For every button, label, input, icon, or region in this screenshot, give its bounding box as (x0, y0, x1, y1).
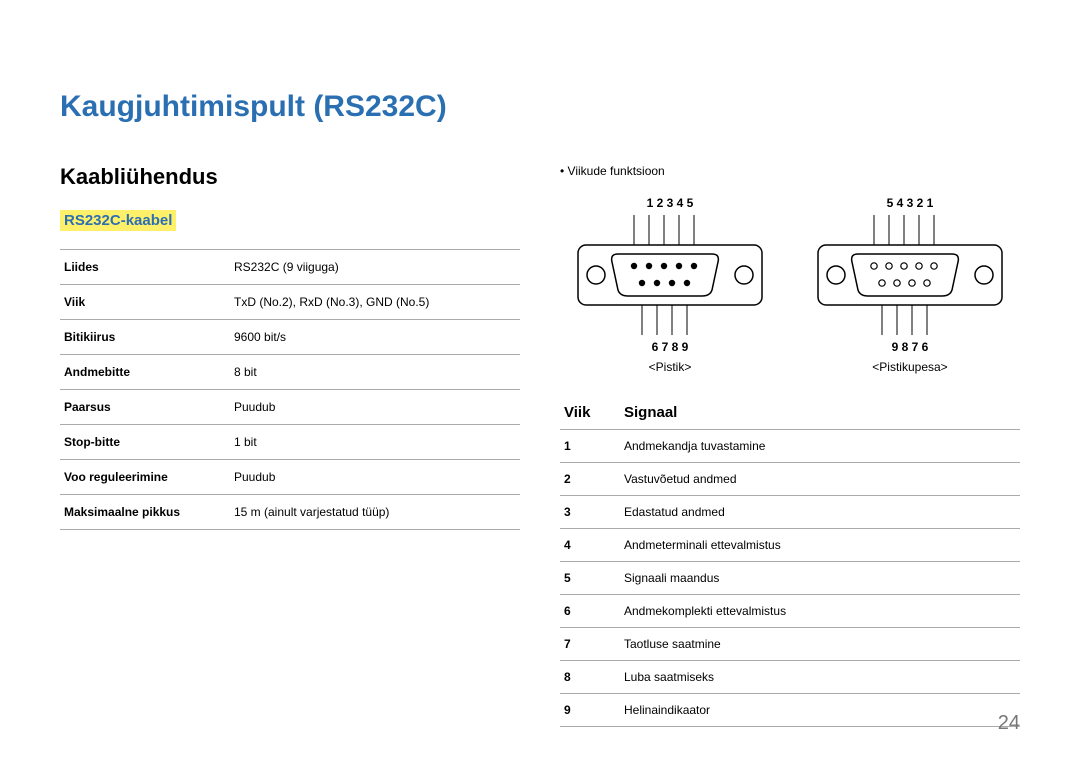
section-heading: Kaabliühendus (60, 164, 520, 190)
spec-value: 15 m (ainult varjestatud tüüp) (230, 495, 520, 530)
pin-numbers-bottom: 6 7 8 9 (570, 340, 770, 354)
table-row: 5Signaali maandus (560, 562, 1020, 595)
spec-label: Maksimaalne pikkus (60, 495, 230, 530)
signal-head-pin: Viik (560, 396, 620, 430)
spec-value: TxD (No.2), RxD (No.3), GND (No.5) (230, 285, 520, 320)
signal-pin: 9 (560, 694, 620, 727)
spec-label: Voo reguleerimine (60, 460, 230, 495)
table-row: 6Andmekomplekti ettevalmistus (560, 595, 1020, 628)
table-row: Andmebitte8 bit (60, 355, 520, 390)
spec-value: 1 bit (230, 425, 520, 460)
page-title: Kaugjuhtimispult (RS232C) (60, 90, 1020, 124)
signal-table: Viik Signaal 1Andmekandja tuvastamine2Va… (560, 396, 1020, 727)
table-row: PaarsusPuudub (60, 390, 520, 425)
signal-name: Andmeterminali ettevalmistus (620, 529, 1020, 562)
table-row: Voo reguleeriminePuudub (60, 460, 520, 495)
spec-value: 8 bit (230, 355, 520, 390)
signal-name: Taotluse saatmine (620, 628, 1020, 661)
spec-label: Bitikiirus (60, 320, 230, 355)
table-row: Bitikiirus9600 bit/s (60, 320, 520, 355)
left-column: Kaabliühendus RS232C-kaabel LiidesRS232C… (60, 164, 520, 727)
plug-label: <Pistik> (570, 360, 770, 374)
spec-label: Viik (60, 285, 230, 320)
pin-numbers-top: 1 2 3 4 5 (570, 196, 770, 210)
table-row: 1Andmekandja tuvastamine (560, 430, 1020, 463)
spec-value: RS232C (9 viiguga) (230, 250, 520, 285)
table-row: LiidesRS232C (9 viiguga) (60, 250, 520, 285)
signal-pin: 2 (560, 463, 620, 496)
content-columns: Kaabliühendus RS232C-kaabel LiidesRS232C… (60, 164, 1020, 727)
table-row: 3Edastatud andmed (560, 496, 1020, 529)
table-row: 9Helinaindikaator (560, 694, 1020, 727)
table-row: 2Vastuvõetud andmed (560, 463, 1020, 496)
signal-name: Andmekandja tuvastamine (620, 430, 1020, 463)
signal-pin: 4 (560, 529, 620, 562)
signal-name: Helinaindikaator (620, 694, 1020, 727)
signal-name: Andmekomplekti ettevalmistus (620, 595, 1020, 628)
signal-name: Signaali maandus (620, 562, 1020, 595)
signal-head-signal: Signaal (620, 396, 1020, 430)
spec-label: Paarsus (60, 390, 230, 425)
pin-numbers-top: 5 4 3 2 1 (810, 196, 1010, 210)
signal-pin: 7 (560, 628, 620, 661)
socket-label: <Pistikupesa> (810, 360, 1010, 374)
signal-pin: 3 (560, 496, 620, 529)
socket-icon (810, 210, 1010, 340)
spec-table: LiidesRS232C (9 viiguga)ViikTxD (No.2), … (60, 249, 520, 530)
signal-pin: 6 (560, 595, 620, 628)
spec-value: Puudub (230, 460, 520, 495)
pin-function-bullet: Viikude funktsioon (560, 164, 1020, 178)
spec-label: Andmebitte (60, 355, 230, 390)
table-row: Stop-bitte1 bit (60, 425, 520, 460)
table-row: 8Luba saatmiseks (560, 661, 1020, 694)
cable-heading-highlight: RS232C-kaabel (60, 210, 176, 231)
connector-plug: 1 2 3 4 5 6 7 8 (570, 196, 770, 374)
pin-numbers-bottom: 9 8 7 6 (810, 340, 1010, 354)
signal-name: Edastatud andmed (620, 496, 1020, 529)
spec-value: 9600 bit/s (230, 320, 520, 355)
signal-name: Vastuvõetud andmed (620, 463, 1020, 496)
table-row: ViikTxD (No.2), RxD (No.3), GND (No.5) (60, 285, 520, 320)
signal-pin: 5 (560, 562, 620, 595)
connector-socket: 5 4 3 2 1 9 8 7 6 <Pistikupesa> (810, 196, 1010, 374)
connector-diagrams: 1 2 3 4 5 6 7 8 (560, 196, 1020, 374)
spec-value: Puudub (230, 390, 520, 425)
table-row: 7Taotluse saatmine (560, 628, 1020, 661)
signal-name: Luba saatmiseks (620, 661, 1020, 694)
spec-label: Stop-bitte (60, 425, 230, 460)
table-row: Maksimaalne pikkus15 m (ainult varjestat… (60, 495, 520, 530)
spec-label: Liides (60, 250, 230, 285)
right-column: Viikude funktsioon 1 2 3 4 5 (560, 164, 1020, 727)
table-row: 4Andmeterminali ettevalmistus (560, 529, 1020, 562)
plug-icon (570, 210, 770, 340)
signal-pin: 1 (560, 430, 620, 463)
page-number: 24 (998, 712, 1020, 735)
signal-pin: 8 (560, 661, 620, 694)
